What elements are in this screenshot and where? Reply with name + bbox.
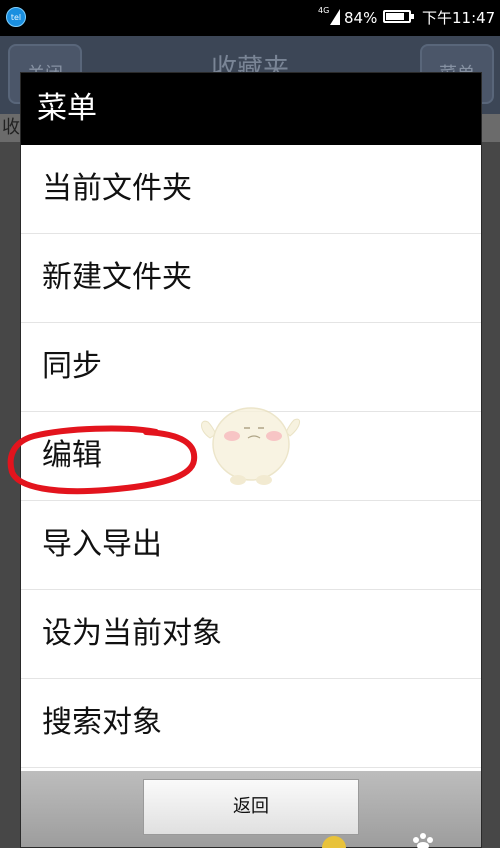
app-notification-icon: tel bbox=[6, 7, 26, 27]
menu-item-new-folder[interactable]: 新建文件夹 bbox=[21, 234, 481, 323]
menu-item-set-current[interactable]: 设为当前对象 bbox=[21, 590, 481, 679]
network-type: 4G bbox=[318, 6, 330, 15]
menu-item-current-folder[interactable]: 当前文件夹 bbox=[21, 145, 481, 234]
red-highlight-circle bbox=[7, 425, 198, 495]
dialog-title: 菜单 bbox=[21, 73, 481, 145]
decoration-paw-icon bbox=[322, 833, 433, 848]
battery-icon bbox=[383, 10, 414, 23]
signal-icon bbox=[330, 9, 340, 25]
battery-percent: 84% bbox=[344, 9, 378, 27]
clock: 下午11:47 bbox=[422, 9, 496, 27]
mascot-watermark-icon bbox=[201, 407, 300, 485]
status-bar: tel 4G 84% 下午11:47 bbox=[0, 0, 500, 36]
battery-fill bbox=[386, 13, 405, 20]
menu-item-import-export[interactable]: 导入导出 bbox=[21, 501, 481, 590]
menu-item-search[interactable]: 搜索对象 bbox=[21, 679, 481, 768]
